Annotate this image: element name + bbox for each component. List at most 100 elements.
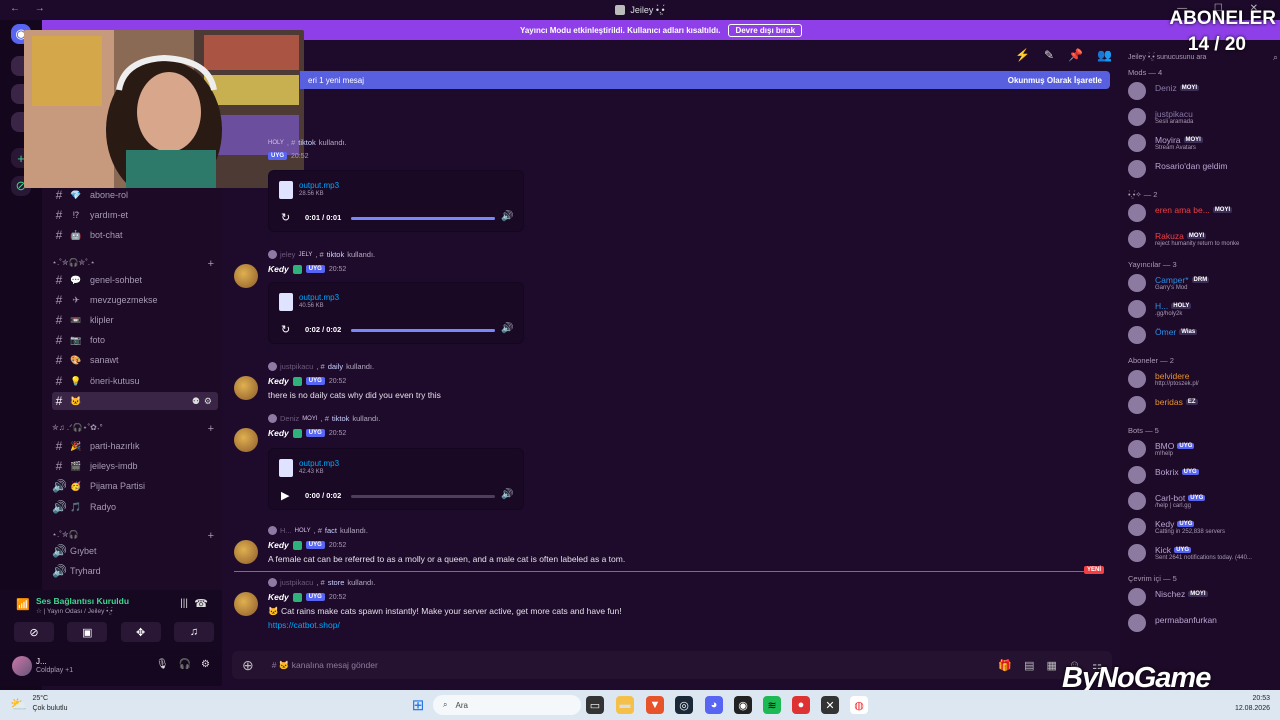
gear-icon[interactable]: ⚙ [204,396,212,407]
avatar[interactable] [1128,370,1146,388]
avatar[interactable] [1128,160,1146,178]
voice-channel-giybet[interactable]: 🔊 Gıybet [52,542,218,560]
member-item[interactable]: H... HOLY .gg/holy2k [1128,298,1276,320]
disable-streamer-button[interactable]: Devre dışı bırak [728,23,803,37]
channel-sanawt[interactable]: # 🎨 sanawt [52,351,218,369]
recorder-icon[interactable]: ● [792,696,810,714]
avatar[interactable] [1128,134,1146,152]
weather-widget[interactable]: ⛅ 25°C Çok bulutlu [10,694,67,714]
command-reply[interactable]: H... HOLY, # fact kullandı. [268,526,368,535]
command-reply[interactable]: HOLY, # tiktok kullandı. [268,138,347,147]
windows-start-icon[interactable]: ⊞ [409,696,427,714]
signal-icon[interactable]: 📶 [16,598,30,611]
author-name[interactable]: Kedy [268,592,289,602]
member-item[interactable]: eren ama be... MOYI [1128,202,1276,224]
audio-progress[interactable] [351,217,495,220]
chrome-icon[interactable]: ◍ [850,696,868,714]
avatar[interactable] [1128,300,1146,318]
taskbar-search[interactable]: ⌕ Ara [433,695,581,715]
invite-icon[interactable]: ⚉ [192,396,200,407]
system-clock[interactable]: 20:53 12.08.2026 [1235,694,1270,714]
channel-cat-selected[interactable]: # 🐱 ⚉ ⚙ [52,392,218,410]
member-item[interactable]: Bokrix UYG [1128,464,1276,486]
obs-icon[interactable]: ◉ [734,696,752,714]
volume-icon[interactable]: 🔊 [501,323,513,334]
members-toggle-icon[interactable]: 👥 [1097,48,1112,62]
task-view-icon[interactable]: ▭ [586,696,604,714]
author-name[interactable]: Kedy [268,376,289,386]
message-input[interactable]: # 🐱 kanalına mesaj gönder [272,660,378,671]
replay-icon[interactable]: ↻ [281,211,290,224]
command-reply[interactable]: Deniz MOYI, # tiktok kullandı. [268,414,380,423]
volume-icon[interactable]: 🔊 [501,211,513,222]
replay-icon[interactable]: ↻ [281,323,290,336]
play-icon[interactable]: ▶ [281,489,289,502]
headphones-icon[interactable]: 🎧 [179,659,191,670]
add-channel-icon[interactable]: + [208,423,214,435]
avatar[interactable] [1128,230,1146,248]
member-item[interactable]: Camper* DRM Garry's Mod [1128,272,1276,294]
gift-icon[interactable]: 🎁 [998,659,1012,672]
channel-bot-chat[interactable]: # 🤖 bot-chat [52,226,218,244]
avatar[interactable] [1128,396,1146,414]
sticker-icon[interactable]: ▦ [1046,659,1056,672]
member-item[interactable]: BMO UYG m!help [1128,438,1276,460]
avatar[interactable] [1128,82,1146,100]
file-name[interactable]: output.mp3 [299,181,339,190]
channel-genel-sohbet[interactable]: # 💬 genel-sohbet [52,271,218,289]
channel-parti-hazirlik[interactable]: # 🎉 parti-hazırlık [52,437,218,455]
avatar[interactable] [1128,614,1146,632]
file-name[interactable]: output.mp3 [299,459,339,468]
channel-jeileys-imdb[interactable]: # 🎬 jeileys-imdb [52,457,218,475]
avatar[interactable] [1128,588,1146,606]
noise-icon[interactable]: ||| [180,598,188,609]
avatar[interactable] [1128,274,1146,292]
member-item[interactable]: beridas EZ [1128,394,1276,416]
member-item[interactable]: Moyira MOYI Stream Avatars [1128,132,1276,154]
command-reply[interactable]: justpikacu, # store kullandı. [268,578,375,587]
avatar[interactable] [1128,544,1146,562]
audio-progress[interactable] [351,495,495,498]
member-item[interactable]: Rosario'dan geldim [1128,158,1276,180]
avatar[interactable] [12,656,32,676]
threads-icon[interactable]: ⚡ [1015,48,1030,62]
channel-abone-rol[interactable]: # 💎 abone-rol [52,186,218,204]
folder-icon[interactable]: ▬ [616,696,634,714]
mark-as-read-button[interactable]: Okunmuş Olarak İşaretle [1008,76,1102,85]
voice-channel-radyo[interactable]: 🔊 🎵 Radyo [52,498,218,516]
member-item[interactable]: Kedy UYG Catting in 252,838 servers [1128,516,1276,538]
member-item[interactable]: Rakuza MOYI reject humanity return to monk… [1128,228,1276,250]
file-name[interactable]: output.mp3 [299,293,339,302]
member-item[interactable]: Carl-bot UYG/help | carl.gg [1128,490,1276,512]
avatar[interactable] [234,376,258,400]
voice-status[interactable]: Ses Bağlantısı Kuruldu [36,596,129,606]
command-reply[interactable]: justpikacu, # daily kullandı. [268,362,374,371]
gif-icon[interactable]: ▤ [1024,659,1034,672]
command-reply[interactable]: jeley JELY, # tiktok kullandı. [268,250,375,259]
nav-arrows[interactable]: ← → [10,3,51,14]
channel-mevzugezmekse[interactable]: # ✈ mevzugezmekse [52,291,218,309]
category-header[interactable]: ✮♫ .ᐟ🎧⋆˚✿˖° + [52,423,214,435]
new-messages-bar[interactable]: eri 1 yeni mesaj Okunmuş Olarak İşaretle [300,71,1110,89]
app-icon[interactable]: ✕ [821,696,839,714]
avatar[interactable] [234,592,258,616]
mute-bell-icon[interactable]: ✎ [1044,48,1054,62]
member-item[interactable]: justpikacu Sesli aramada [1128,106,1276,128]
member-item[interactable]: belvidere http://ptoszek.pl/ [1128,368,1276,390]
voice-channel-tryhard[interactable]: 🔊 Tryhard [52,562,218,580]
channel-foto[interactable]: # 📷 foto [52,331,218,349]
message-composer[interactable]: ⊕ # 🐱 kanalına mesaj gönder 🎁 ▤ ▦ ☺ ⚏ [232,651,1112,679]
avatar[interactable] [234,428,258,452]
volume-icon[interactable]: 🔊 [501,489,513,500]
avatar[interactable] [1128,204,1146,222]
avatar[interactable] [234,264,258,288]
author-name[interactable]: Kedy [268,264,289,274]
avatar[interactable] [1128,518,1146,536]
channel-klipler[interactable]: # 📼 klipler [52,311,218,329]
avatar[interactable] [1128,108,1146,126]
member-item[interactable]: Nischez MOYI [1128,586,1276,608]
category-header[interactable]: ⋆.˚✮🎧 + [52,530,214,542]
member-item[interactable]: Kick UYG Sent 2641 notifications today. (4… [1128,542,1276,564]
microphone-icon[interactable]: 🎙 [156,659,169,670]
add-channel-icon[interactable]: + [208,258,214,270]
